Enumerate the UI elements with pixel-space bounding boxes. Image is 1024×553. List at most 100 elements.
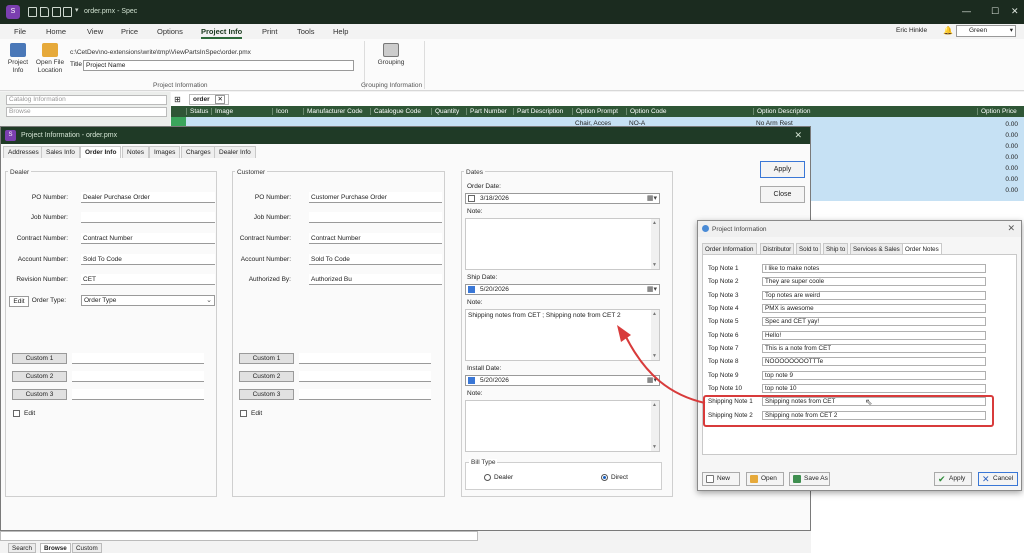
- tab-project-info[interactable]: Project Info: [201, 27, 243, 39]
- dealer-custom-3-input[interactable]: [72, 389, 204, 400]
- close-icon[interactable]: ✕: [1007, 223, 1015, 234]
- col-option-description[interactable]: Option Description: [753, 108, 810, 115]
- tab-order-notes[interactable]: Order Notes: [902, 243, 942, 254]
- status-input[interactable]: [0, 531, 478, 541]
- close-icon[interactable]: ✕: [794, 130, 802, 141]
- scroll-down-icon[interactable]: ▼: [652, 262, 657, 268]
- ship-date-picker[interactable]: 5/20/2026 ▦▾: [465, 284, 660, 295]
- new-file-icon[interactable]: [28, 7, 37, 17]
- dealer-edit-checkbox[interactable]: [13, 410, 20, 417]
- customer-custom-2-button[interactable]: Custom 2: [239, 371, 294, 382]
- col-part-description[interactable]: Part Description: [513, 108, 563, 115]
- browse-input[interactable]: Browse: [6, 107, 167, 117]
- tab-images[interactable]: Images: [149, 146, 181, 158]
- dealer-revision-input[interactable]: CET: [81, 274, 215, 285]
- close-window-button[interactable]: ✕: [1011, 6, 1019, 17]
- catalog-search-input[interactable]: Catalog Information: [6, 95, 167, 105]
- grouping-button[interactable]: Grouping: [374, 43, 408, 67]
- tab-price[interactable]: Price: [121, 27, 138, 36]
- col-part-number[interactable]: Part Number: [466, 108, 507, 115]
- dealer-job-input[interactable]: [81, 212, 215, 223]
- ship-date-checkbox[interactable]: [468, 286, 475, 293]
- cancel-button[interactable]: ✕ Cancel: [978, 472, 1018, 486]
- tab-charges[interactable]: Charges: [181, 146, 216, 158]
- dealer-custom-1-input[interactable]: [72, 353, 204, 364]
- tab-search[interactable]: Search: [8, 543, 36, 553]
- note-input[interactable]: top note 9: [762, 371, 986, 380]
- calendar-icon[interactable]: ▦▾: [647, 285, 657, 294]
- install-date-checkbox[interactable]: [468, 377, 475, 384]
- dealer-custom-3-button[interactable]: Custom 3: [12, 389, 67, 400]
- title-input[interactable]: Project Name: [83, 60, 354, 71]
- customer-custom-1-input[interactable]: [299, 353, 431, 364]
- note-input[interactable]: NOOOOOOOOTTTe: [762, 357, 986, 366]
- tab-order-info[interactable]: Order Info: [80, 146, 122, 158]
- col-manufacturer-code[interactable]: Manufacturer Code: [303, 108, 363, 115]
- tab-custom[interactable]: Custom: [72, 543, 102, 553]
- tab-notes[interactable]: Notes: [122, 146, 149, 158]
- tab-distributor[interactable]: Distributor: [760, 243, 795, 254]
- col-option-code[interactable]: Option Code: [626, 108, 667, 115]
- close-button[interactable]: Close: [760, 186, 805, 203]
- note-input[interactable]: PMX is awesome: [762, 304, 986, 313]
- order-type-select[interactable]: Order Type ⌄: [81, 295, 215, 306]
- bill-type-dealer-radio[interactable]: [484, 474, 491, 481]
- tab-options[interactable]: Options: [157, 27, 183, 36]
- scrollbar[interactable]: ▲ ▼: [651, 219, 659, 269]
- bell-icon[interactable]: 🔔: [943, 26, 953, 35]
- theme-select[interactable]: Green ▾: [956, 25, 1016, 37]
- dealer-account-input[interactable]: Sold To Code: [81, 254, 215, 265]
- pi-apply-button[interactable]: ✔ Apply: [934, 472, 972, 486]
- col-option-price[interactable]: Option Price: [977, 108, 1017, 115]
- tab-ship-to[interactable]: Ship to: [823, 243, 849, 254]
- note-input[interactable]: I like to make notes: [762, 264, 986, 273]
- qat-dropdown-icon[interactable]: ▾: [75, 6, 79, 14]
- cell-option-price[interactable]: 0.00: [1005, 132, 1018, 139]
- dealer-contract-input[interactable]: Contract Number: [81, 233, 215, 244]
- scroll-down-icon[interactable]: ▼: [652, 444, 657, 450]
- tab-view[interactable]: View: [87, 27, 103, 36]
- tab-print[interactable]: Print: [262, 27, 277, 36]
- customer-custom-1-button[interactable]: Custom 1: [239, 353, 294, 364]
- bill-type-direct-radio[interactable]: [601, 474, 608, 481]
- dealer-po-input[interactable]: Dealer Purchase Order: [81, 192, 215, 203]
- customer-po-input[interactable]: Customer Purchase Order: [309, 192, 442, 203]
- note-input[interactable]: They are super coole: [762, 277, 986, 286]
- order-date-checkbox[interactable]: [468, 195, 475, 202]
- col-quantity[interactable]: Quantity: [431, 108, 459, 115]
- save-icon[interactable]: [52, 7, 61, 17]
- calendar-icon[interactable]: ▦▾: [647, 194, 657, 203]
- tab-home[interactable]: Home: [46, 27, 66, 36]
- open-file-location-button[interactable]: Open File Location: [34, 43, 66, 75]
- cell-option-price[interactable]: 0.00: [1005, 154, 1018, 161]
- tab-browse[interactable]: Browse: [40, 543, 71, 553]
- tab-sold-to[interactable]: Sold to: [796, 243, 822, 254]
- cell-option-price[interactable]: 0.00: [1005, 165, 1018, 172]
- col-image[interactable]: Image: [211, 108, 233, 115]
- customer-job-input[interactable]: [309, 212, 442, 223]
- authorized-by-input[interactable]: Authorized Bu: [309, 274, 442, 285]
- open-folder-icon[interactable]: [40, 7, 49, 17]
- document-tab-order[interactable]: order ✕: [189, 94, 229, 105]
- customer-edit-checkbox[interactable]: [240, 410, 247, 417]
- dealer-custom-2-button[interactable]: Custom 2: [12, 371, 67, 382]
- tab-sales-info[interactable]: Sales Info: [41, 146, 80, 158]
- note-input[interactable]: Hello!: [762, 331, 986, 340]
- open-button[interactable]: Open: [746, 472, 784, 486]
- grid-tools-icon[interactable]: ⊞: [174, 95, 181, 104]
- new-button[interactable]: New: [702, 472, 740, 486]
- dealer-custom-1-button[interactable]: Custom 1: [12, 353, 67, 364]
- note-input[interactable]: top note 10: [762, 384, 986, 393]
- customer-contract-input[interactable]: Contract Number: [309, 233, 442, 244]
- customer-custom-2-input[interactable]: [299, 371, 431, 382]
- tab-services-sales[interactable]: Services & Sales: [850, 243, 903, 254]
- note-input[interactable]: This is a note from CET: [762, 344, 986, 353]
- order-type-edit-button[interactable]: Edit: [9, 296, 29, 307]
- cell-option-price[interactable]: 0.00: [1005, 143, 1018, 150]
- col-icon[interactable]: Icon: [272, 108, 288, 115]
- customer-custom-3-button[interactable]: Custom 3: [239, 389, 294, 400]
- col-catalogue-code[interactable]: Catalogue Code: [370, 108, 421, 115]
- maximize-button[interactable]: ☐: [991, 6, 999, 17]
- tab-help[interactable]: Help: [333, 27, 348, 36]
- order-date-picker[interactable]: 3/18/2026 ▦▾: [465, 193, 660, 204]
